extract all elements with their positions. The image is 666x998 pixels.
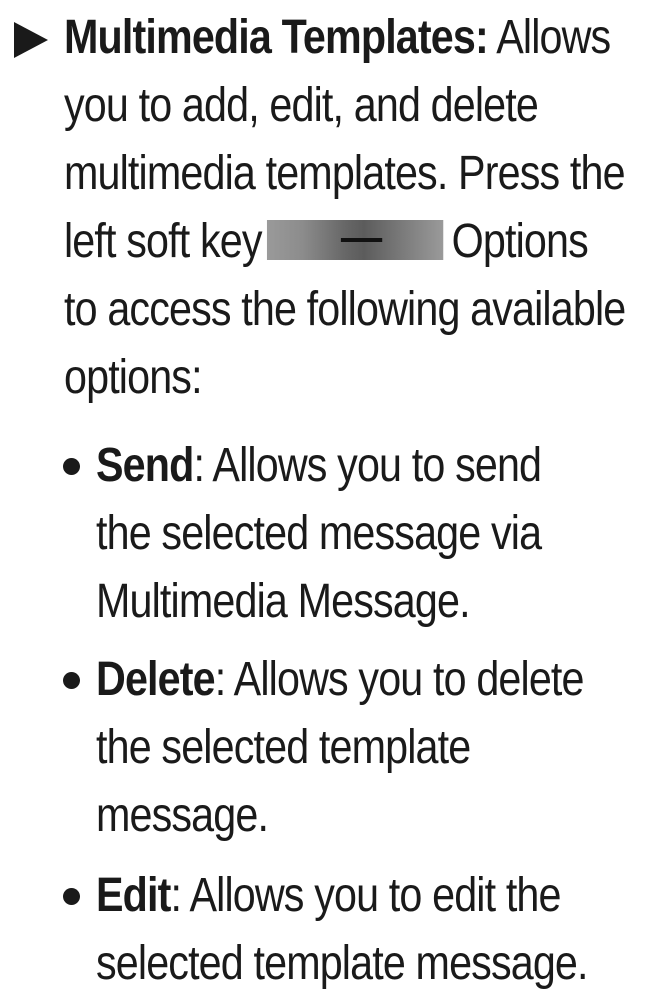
main-line-5: to access the following available xyxy=(64,283,626,336)
option-send-line-1: Send: Allows you to send xyxy=(96,432,612,500)
option-label: Edit xyxy=(96,869,171,922)
option-desc: : Allows you to edit the xyxy=(170,869,562,922)
left-soft-key-icon xyxy=(266,220,444,261)
main-line-4: left soft key Options xyxy=(64,208,589,276)
option-send-line-3: Multimedia Message. xyxy=(96,575,471,628)
round-bullet-icon xyxy=(63,458,80,475)
option-delete-line-2: the selected template xyxy=(96,721,471,774)
option-edit-line-2: selected template message. xyxy=(96,937,588,990)
round-bullet-icon xyxy=(63,672,80,689)
main-line-4-end: Options xyxy=(451,215,589,268)
option-delete-line-3: message. xyxy=(96,789,269,842)
main-line-3: multimedia templates. Press the xyxy=(64,147,626,200)
option-desc: : Allows you to send xyxy=(193,439,542,492)
triangle-bullet-icon xyxy=(14,22,48,58)
main-line-2: you to add, edit, and delete xyxy=(64,79,539,132)
option-send-text: Send: Allows you to send the selected me… xyxy=(96,432,612,636)
option-edit-line-1: Edit: Allows you to edit the xyxy=(96,862,612,930)
option-desc: : Allows you to delete xyxy=(214,653,585,706)
option-label: Delete xyxy=(96,653,216,706)
main-line-1-rest: Allows xyxy=(487,11,611,64)
section-heading: Multimedia Templates: xyxy=(64,11,489,64)
document-page: Multimedia Templates: Allows you to add,… xyxy=(0,0,666,992)
option-edit-text: Edit: Allows you to edit the selected te… xyxy=(96,862,612,998)
option-delete-line-1: Delete: Allows you to delete xyxy=(96,646,612,714)
multimedia-templates-text: Multimedia Templates: Allows you to add,… xyxy=(64,4,626,412)
main-line-1: Multimedia Templates: Allows xyxy=(64,4,611,72)
round-bullet-icon xyxy=(63,888,80,905)
option-delete-text: Delete: Allows you to delete the selecte… xyxy=(96,646,612,850)
main-line-4-start: left soft key xyxy=(64,215,262,268)
main-line-6: options: xyxy=(64,351,203,404)
option-send-line-2: the selected message via xyxy=(96,507,542,560)
option-label: Send xyxy=(96,439,194,492)
